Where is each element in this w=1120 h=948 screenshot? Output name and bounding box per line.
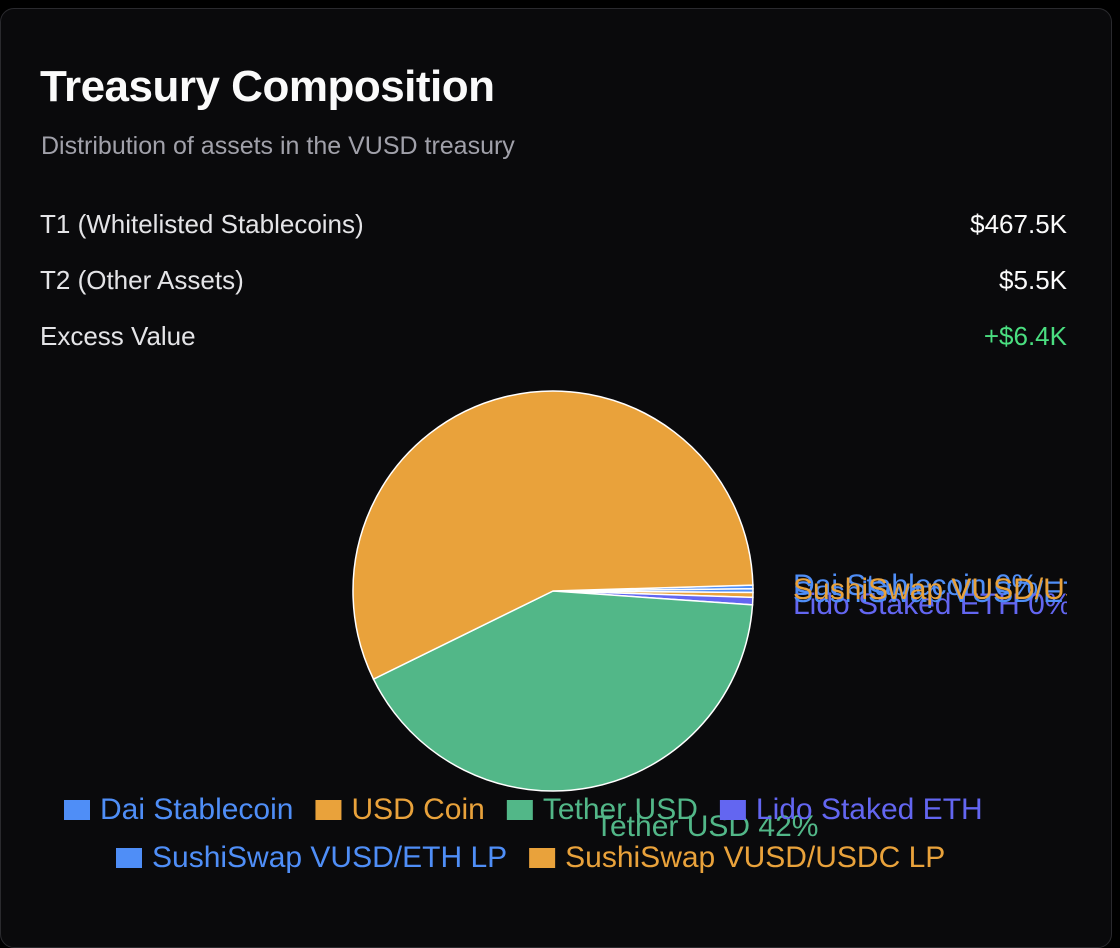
slice-label-sushiswap-vusd-usdc-lp: SushiSwap VUSD/USDC LP 0% xyxy=(793,573,1120,606)
legend-label: SushiSwap VUSD/USDC LP xyxy=(565,841,945,874)
treasury-pie-chart: Tether USD 42% Dai Stablecoin 0%Lido Sta… xyxy=(64,390,1120,874)
legend-label: SushiSwap VUSD/ETH LP xyxy=(152,841,507,874)
legend-item-sushiswap-vusd-eth-lp[interactable]: SushiSwap VUSD/ETH LP xyxy=(116,841,507,874)
legend-label: Dai Stablecoin xyxy=(100,793,293,826)
legend-item-usd-coin[interactable]: USD Coin xyxy=(315,793,485,826)
legend-swatch xyxy=(529,848,556,868)
legend-item-tether-usd[interactable]: Tether USD xyxy=(506,793,698,826)
legend-swatch xyxy=(116,848,142,868)
legend-swatch xyxy=(506,800,533,820)
legend-swatch xyxy=(315,800,342,820)
legend-label: Lido Staked ETH xyxy=(756,793,983,826)
legend-item-lido-staked-eth[interactable]: Lido Staked ETH xyxy=(719,793,983,826)
legend-item-sushiswap-vusd-usdc-lp[interactable]: SushiSwap VUSD/USDC LP xyxy=(529,841,945,874)
legend-label: Tether USD xyxy=(543,793,698,826)
legend-label: USD Coin xyxy=(351,793,484,826)
legend-item-dai-stablecoin[interactable]: Dai Stablecoin xyxy=(64,793,293,826)
legend-swatch xyxy=(719,800,746,820)
legend-swatch xyxy=(64,800,90,820)
